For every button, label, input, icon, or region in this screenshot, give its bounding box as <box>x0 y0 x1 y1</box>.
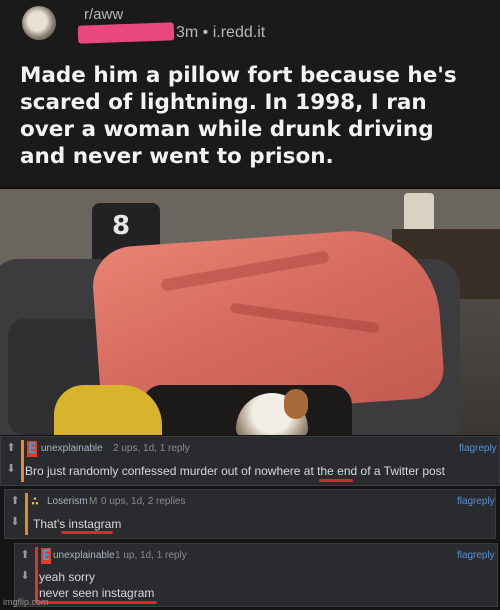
comment: ⬆ ⬇ E unexplainable 1 up, 1d, 1 reply fl… <box>14 543 498 607</box>
red-underline-annotation <box>61 531 113 534</box>
comment: ⬆ ⬇ ∴ Loserism M 0 ups, 1d, 2 replies fl… <box>4 489 496 539</box>
reply-link[interactable]: reply <box>473 496 495 507</box>
upvote-icon[interactable]: ⬆ <box>5 442 17 454</box>
user-flair-icon: E <box>41 548 52 564</box>
comment-thread-stripe <box>21 440 24 482</box>
redacted-username <box>77 22 175 44</box>
comment-username[interactable]: unexplainable <box>41 443 103 454</box>
downvote-icon[interactable]: ⬇ <box>5 463 17 475</box>
subreddit-name[interactable]: r/aww <box>84 6 123 23</box>
flag-link[interactable]: flag <box>457 496 473 507</box>
flag-link[interactable]: flag <box>457 550 473 561</box>
downvote-icon[interactable]: ⬇ <box>19 570 31 582</box>
reply-link[interactable]: reply <box>475 443 497 454</box>
post-image[interactable]: 8 <box>0 189 500 435</box>
comment-stats: 1 up, 1d, 1 reply <box>115 550 187 561</box>
comment-text-line: never seen instagram <box>39 586 155 600</box>
upvote-icon[interactable]: ⬆ <box>19 549 31 561</box>
comment-text: Bro just randomly confessed murder out o… <box>25 464 446 478</box>
shirt-number: 8 <box>112 211 131 241</box>
comment-username[interactable]: unexplainable <box>53 550 115 561</box>
dog-ear <box>284 389 308 419</box>
flag-link[interactable]: flag <box>459 443 475 454</box>
comment: ⬆ ⬇ E unexplainable 2 ups, 1d, 1 reply f… <box>0 436 500 486</box>
comment-username[interactable]: Loserism <box>47 496 88 507</box>
comment-stats: 0 ups, 1d, 2 replies <box>101 496 186 507</box>
red-underline-annotation <box>37 601 157 604</box>
comment-stats: 2 ups, 1d, 1 reply <box>113 443 190 454</box>
comment-thread-stripe <box>35 547 38 603</box>
user-badge: M <box>89 496 98 507</box>
imgflip-watermark: imgflip.com <box>3 597 49 607</box>
post-meta: 3m • i.redd.it <box>176 24 266 41</box>
reply-link[interactable]: reply <box>473 550 495 561</box>
user-flair-icon: E <box>27 441 38 457</box>
comment-text-line: yeah sorry <box>39 570 96 584</box>
post-title[interactable]: Made him a pillow fort because he's scar… <box>20 62 485 170</box>
reddit-post-header: r/aww 3m • i.redd.it Made him a pillow f… <box>0 0 500 188</box>
upvote-icon[interactable]: ⬆ <box>9 495 21 507</box>
comment-text: That's instagram <box>33 517 122 531</box>
comment-thread-stripe <box>25 493 28 535</box>
red-underline-annotation <box>319 479 353 482</box>
downvote-icon[interactable]: ⬇ <box>9 516 21 528</box>
subreddit-avatar[interactable] <box>22 6 56 40</box>
user-flair-icon: ∴ <box>31 494 39 509</box>
yellow-pillow <box>54 385 162 435</box>
